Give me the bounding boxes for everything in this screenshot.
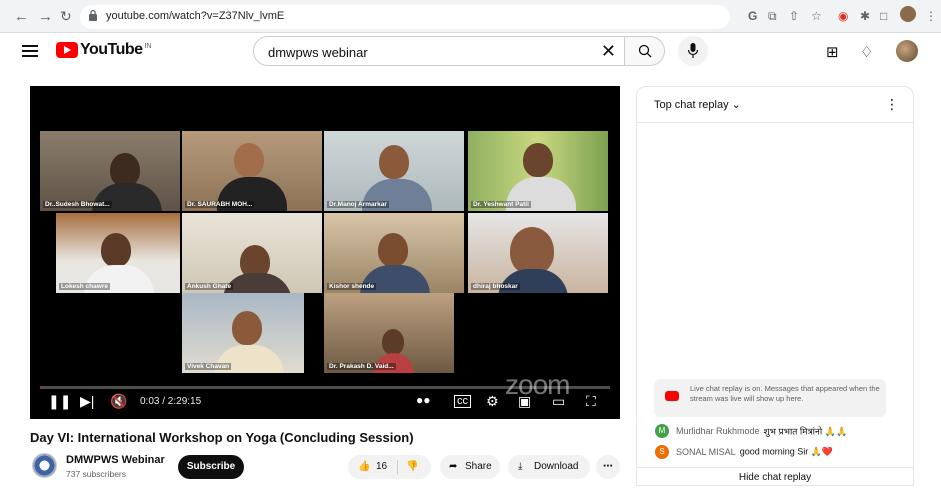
share-page-icon[interactable]: ⇧: [789, 9, 799, 23]
theater-mode-icon[interactable]: ▭: [552, 393, 565, 410]
extension-icon[interactable]: ◉: [838, 9, 848, 23]
chat-author-avatar: M: [655, 424, 669, 438]
participant-tile: Dr..Sudesh Bhowat...: [40, 131, 180, 211]
bookmark-star-icon[interactable]: ☆: [811, 9, 822, 23]
fullscreen-icon[interactable]: ⛶: [586, 393, 596, 410]
participant-tile: Kishor shende: [324, 213, 464, 293]
participant-name: Lokesh chawre: [59, 283, 110, 290]
dislike-icon[interactable]: 👎: [406, 455, 418, 479]
like-count[interactable]: 16: [376, 455, 387, 479]
back-icon[interactable]: ←: [14, 8, 29, 25]
youtube-logo[interactable]: YouTube IN: [56, 41, 152, 59]
chat-author: Murlidhar Rukhmode: [676, 426, 760, 436]
participant-name: Kishor shende: [327, 283, 377, 290]
youtube-header: YouTube IN dmwpws webinar ✕ ⊞ ♢: [0, 33, 941, 71]
channel-name[interactable]: DMWPWS Webinar: [66, 454, 165, 466]
country-code: IN: [144, 42, 152, 50]
download-button[interactable]: ⤓ Download: [508, 455, 590, 479]
participant-name: Dr.Manoj Armarkar: [327, 201, 389, 208]
address-bar[interactable]: youtube.com/watch?v=Z37Nlv_lvmE: [80, 5, 730, 29]
chat-header: Top chat replay ⌄ ⋮: [637, 87, 913, 123]
participant-tile: dhiraj bhoskar: [468, 213, 608, 293]
like-dislike-group: 👍 16 👎: [348, 455, 431, 479]
microphone-icon: [687, 43, 699, 58]
next-icon[interactable]: ▶|: [80, 393, 94, 410]
voice-search-button[interactable]: [678, 36, 708, 66]
video-title: Day VI: International Workshop on Yoga (…: [30, 430, 414, 445]
chat-panel: Top chat replay ⌄ ⋮ Live chat replay is …: [636, 86, 914, 486]
chat-menu-icon[interactable]: ⋮: [885, 96, 899, 113]
video-player[interactable]: Dr..Sudesh Bhowat... Dr. SAURABH MOH... …: [30, 86, 620, 419]
miniplayer-icon[interactable]: ▣: [518, 393, 531, 410]
download-label: Download: [534, 461, 579, 472]
participant-name: dhiraj bhoskar: [471, 283, 520, 290]
muted-volume-icon[interactable]: 🔇: [110, 393, 127, 410]
puzzle-icon[interactable]: ✱: [860, 9, 870, 23]
subscriber-count: 737 subscribers: [66, 469, 127, 479]
reload-icon[interactable]: ↻: [60, 8, 72, 25]
participant-name: Dr..Sudesh Bhowat...: [43, 201, 112, 208]
participant-tile: Dr. Prakash D. Vaid...: [324, 293, 454, 373]
chat-message[interactable]: S SONAL MISAL good morning Sir 🙏❤️: [655, 445, 833, 459]
account-avatar[interactable]: [896, 40, 918, 62]
like-icon[interactable]: 👍: [358, 455, 370, 479]
participant-name: Vivek Chavan: [185, 363, 232, 370]
hide-chat-replay-button[interactable]: Hide chat replay: [637, 467, 913, 487]
more-actions-button[interactable]: ⋯: [596, 455, 620, 479]
subscribe-button[interactable]: Subscribe: [178, 455, 244, 479]
more-horizontal-icon: ⋯: [603, 461, 613, 472]
share-arrow-icon: ➦: [449, 461, 458, 472]
participant-name: Dr. Yeshwant Patil: [471, 201, 531, 208]
forward-icon[interactable]: →: [38, 8, 53, 25]
chat-author: SONAL MISAL: [676, 447, 736, 457]
participant-tile: Dr.Manoj Armarkar: [324, 131, 464, 211]
sidebar-icon[interactable]: □: [880, 9, 887, 23]
progress-bar[interactable]: [40, 386, 610, 389]
profile-icon[interactable]: [900, 6, 916, 22]
participant-tile: Vivek Chavan: [182, 293, 304, 373]
youtube-icon: [665, 391, 679, 401]
search-button[interactable]: [625, 36, 665, 66]
progress-fill: [40, 386, 41, 389]
search-box[interactable]: dmwpws webinar ✕: [253, 36, 625, 66]
chat-mode-dropdown[interactable]: Top chat replay ⌄: [654, 98, 741, 111]
participant-name: Dr. SAURABH MOH...: [185, 201, 255, 208]
create-icon[interactable]: ⊞: [826, 43, 839, 61]
chat-author-avatar: S: [655, 445, 669, 459]
youtube-play-icon: [56, 42, 78, 58]
download-icon: ⤓: [518, 461, 523, 472]
participant-name: Dr. Prakash D. Vaid...: [327, 363, 396, 370]
captions-icon[interactable]: cc: [454, 395, 471, 408]
lock-icon: [89, 9, 97, 21]
notifications-bell-icon[interactable]: ♢: [860, 43, 873, 61]
channel-avatar[interactable]: [32, 453, 57, 478]
divider: [397, 460, 398, 474]
search-input[interactable]: dmwpws webinar: [268, 45, 368, 60]
participant-tile: Dr. Yeshwant Patil: [468, 131, 608, 211]
browser-toolbar: ← → ↻ youtube.com/watch?v=Z37Nlv_lvmE G …: [0, 0, 941, 33]
share-button[interactable]: ➦ Share: [440, 455, 500, 479]
notice-text: Live chat replay is on. Messages that ap…: [690, 384, 880, 403]
share-label: Share: [465, 461, 492, 472]
participant-name: Ankush Ghate: [185, 283, 234, 290]
logo-text: YouTube: [80, 41, 143, 58]
autoplay-toggle-icon[interactable]: ●●: [416, 393, 431, 407]
participant-tile: Lokesh chawre: [56, 213, 180, 293]
chat-text: शुभ प्रभात मित्रांनो 🙏🙏: [763, 426, 848, 437]
google-extension-icon[interactable]: G: [748, 9, 757, 23]
clear-icon[interactable]: ✕: [601, 41, 616, 62]
chat-replay-notice: Live chat replay is on. Messages that ap…: [654, 379, 886, 417]
kebab-menu-icon[interactable]: ⋮: [925, 9, 937, 23]
chat-message[interactable]: M Murlidhar Rukhmode शुभ प्रभात मित्रांनो …: [655, 424, 847, 438]
participant-tile: Dr. SAURABH MOH...: [182, 131, 322, 211]
pause-icon[interactable]: ❚❚: [48, 393, 71, 410]
settings-gear-icon[interactable]: ⚙: [486, 393, 499, 410]
chat-text: good morning Sir 🙏❤️: [739, 446, 834, 457]
search-icon: [638, 44, 652, 58]
participant-tile: Ankush Ghate: [182, 213, 322, 293]
time-display: 0:03 / 2:29:15: [140, 396, 202, 407]
menu-icon[interactable]: [22, 45, 38, 57]
url-text: youtube.com/watch?v=Z37Nlv_lvmE: [106, 10, 285, 22]
install-icon[interactable]: ⧉: [768, 9, 777, 24]
